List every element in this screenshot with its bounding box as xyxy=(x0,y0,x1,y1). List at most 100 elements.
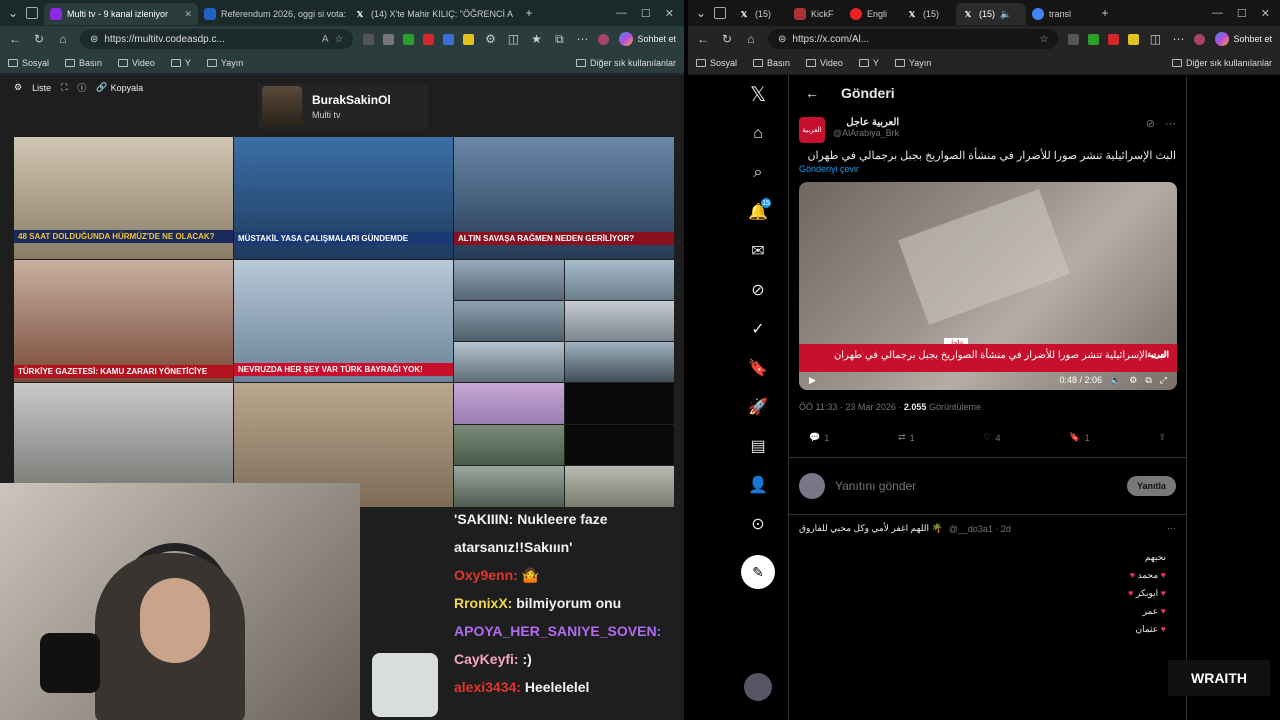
account-avatar[interactable] xyxy=(744,673,772,701)
tab-translate[interactable]: transl xyxy=(1026,3,1092,25)
extension-icon[interactable] xyxy=(1108,33,1120,45)
bookmark-folder-yayin[interactable]: Yayın xyxy=(206,58,243,68)
extension-icon[interactable] xyxy=(403,33,415,45)
comment-more-icon[interactable]: ⋯ xyxy=(1167,523,1176,534)
articles-icon[interactable]: ▤ xyxy=(738,426,778,465)
info-icon[interactable]: ⓘ xyxy=(77,81,86,94)
webcam-grid-tile[interactable] xyxy=(454,383,674,507)
extension-icon[interactable] xyxy=(363,33,375,45)
tab-referendum[interactable]: Referendum 2026, oggi si vota: le ✕ xyxy=(198,3,348,25)
close-window-icon[interactable]: ✕ xyxy=(665,7,674,20)
webcam-grid-tile[interactable] xyxy=(454,260,674,382)
settings-icon[interactable]: ⚙ xyxy=(14,82,22,93)
extension-icon[interactable] xyxy=(1088,33,1100,45)
tab-x-post[interactable]: 𝕏 (14) X'te Mahir KILIÇ: "ÖĞRENCİ A ✕ xyxy=(348,3,516,25)
reply-input[interactable]: Yanıtını gönder xyxy=(835,479,916,493)
notifications-icon[interactable]: 🔔 15 xyxy=(738,192,778,231)
copilot-button[interactable]: Sohbet et xyxy=(1215,32,1272,46)
tab-x-active[interactable]: 𝕏 (15) 🔈 xyxy=(956,3,1026,25)
tab-english[interactable]: Engli xyxy=(844,3,900,25)
favorite-star-icon[interactable]: ☆ xyxy=(335,34,344,45)
workspaces-icon[interactable] xyxy=(26,7,38,19)
tab-menu-icon[interactable]: ⌄ xyxy=(0,6,26,20)
video-settings-icon[interactable]: ⚙ xyxy=(1129,375,1137,386)
more-icon[interactable]: ⊙ xyxy=(738,504,778,543)
bookmark-folder-sosyal[interactable]: Sosyal xyxy=(8,58,49,68)
pip-icon[interactable]: ⧉ xyxy=(1145,375,1151,386)
address-bar[interactable]: ⊜ https://multitv.codeasdp.c... A ☆ xyxy=(80,29,354,49)
copilot-button[interactable]: Sohbet et xyxy=(619,32,676,46)
play-icon[interactable]: ▶ xyxy=(809,375,816,386)
author-name[interactable]: العربية عاجل xyxy=(833,117,899,128)
list-button[interactable]: Liste xyxy=(32,83,51,93)
post-more-icon[interactable]: ⋯ xyxy=(1165,117,1176,143)
post-video[interactable]: عاجل البث الإسرائيلية تنشر صورا للأضرار … xyxy=(799,182,1177,390)
split-screen-icon[interactable]: ◫ xyxy=(1148,32,1162,46)
maximize-icon[interactable]: ☐ xyxy=(1237,7,1247,20)
extension-icon[interactable] xyxy=(1068,33,1080,45)
stream-tile[interactable]: NEVRUZDA HER ŞEY VAR TÜRK BAYRAĞI YOK! xyxy=(234,260,453,382)
bookmark-folder-y[interactable]: Y xyxy=(858,58,879,68)
extension-icon[interactable] xyxy=(463,33,475,45)
extension-icon[interactable] xyxy=(423,33,435,45)
audio-icon[interactable]: 🔈 xyxy=(1000,9,1011,20)
close-tab-icon[interactable]: ✕ xyxy=(184,9,192,20)
tab-menu-icon[interactable]: ⌄ xyxy=(688,6,714,20)
translate-link[interactable]: Gönderiyi çevir xyxy=(789,162,1186,176)
home-icon[interactable]: ⌂ xyxy=(56,32,70,46)
stream-tile[interactable]: TÜRKİYE GAZETESİ: KAMU ZARARI YÖNETİCİYE xyxy=(14,260,233,382)
like-action[interactable]: ♡ 4 xyxy=(983,432,1000,443)
reply-button[interactable]: Yanıtla xyxy=(1126,476,1176,496)
site-info-icon[interactable]: ⊜ xyxy=(778,34,786,45)
copy-button[interactable]: 🔗 Kopyala xyxy=(96,82,143,93)
search-icon[interactable]: ⌕ xyxy=(738,153,778,192)
author-avatar[interactable]: العربية xyxy=(799,117,825,143)
bookmark-folder-sosyal[interactable]: Sosyal xyxy=(696,58,737,68)
messages-icon[interactable]: ✉ xyxy=(738,231,778,270)
bookmark-folder-basin[interactable]: Basın xyxy=(65,58,102,68)
workspaces-icon[interactable] xyxy=(714,7,726,19)
back-icon[interactable]: ← xyxy=(696,32,710,46)
bookmark-folder-y[interactable]: Y xyxy=(170,58,191,68)
extensions-puzzle-icon[interactable]: ⚙ xyxy=(483,32,497,46)
close-window-icon[interactable]: ✕ xyxy=(1261,7,1270,20)
refresh-icon[interactable]: ↻ xyxy=(32,32,46,46)
tab-kick[interactable]: KickF xyxy=(788,3,844,25)
share-action[interactable]: ⇪ xyxy=(1158,432,1166,443)
refresh-icon[interactable]: ↻ xyxy=(720,32,734,46)
fullscreen-icon[interactable]: ⤢ xyxy=(1160,375,1167,386)
grok-icon[interactable]: ⊘ xyxy=(738,270,778,309)
maximize-icon[interactable]: ☐ xyxy=(641,7,651,20)
bookmark-folder-basin[interactable]: Basın xyxy=(753,58,790,68)
extension-icon[interactable] xyxy=(443,33,455,45)
collections-icon[interactable]: ⧉ xyxy=(552,32,566,47)
minimize-icon[interactable]: — xyxy=(616,7,627,20)
other-bookmarks[interactable]: Diğer sık kullanılanlar xyxy=(1171,58,1272,68)
verified-icon[interactable]: ✓ xyxy=(738,309,778,348)
new-tab-icon[interactable]: + xyxy=(1098,6,1112,20)
x-logo-icon[interactable]: 𝕏 xyxy=(738,75,778,114)
favorites-icon[interactable]: ★ xyxy=(529,32,543,46)
extension-icon[interactable] xyxy=(1128,33,1140,45)
compose-post-button[interactable]: ✎ xyxy=(741,555,775,589)
back-arrow-icon[interactable]: ← xyxy=(805,85,819,101)
commenter-handle[interactable]: @__do3a1 · 2d xyxy=(949,524,1011,534)
other-bookmarks[interactable]: Diğer sık kullanılanlar xyxy=(575,58,676,68)
author-handle[interactable]: @AlArabiya_Brk xyxy=(833,128,899,138)
profile-icon[interactable]: 👤 xyxy=(738,465,778,504)
bookmark-action[interactable]: 🔖 1 xyxy=(1069,432,1089,443)
repost-action[interactable]: ⇄ 1 xyxy=(898,432,915,443)
read-aloud-icon[interactable]: A xyxy=(322,34,329,45)
minimize-icon[interactable]: — xyxy=(1212,7,1223,20)
new-tab-icon[interactable]: + xyxy=(522,6,536,20)
rocket-icon[interactable]: 🚀 xyxy=(738,387,778,426)
address-bar[interactable]: ⊜ https://x.com/Al... ☆ xyxy=(768,29,1059,49)
home-icon[interactable]: ⌂ xyxy=(744,32,758,46)
favorite-star-icon[interactable]: ☆ xyxy=(1040,34,1049,45)
site-info-icon[interactable]: ⊜ xyxy=(90,34,98,45)
more-icon[interactable]: ⋯ xyxy=(1171,32,1185,46)
bookmark-folder-video[interactable]: Video xyxy=(118,58,155,68)
split-screen-icon[interactable]: ◫ xyxy=(506,32,520,46)
tab-x[interactable]: 𝕏 (15) xyxy=(900,3,956,25)
volume-icon[interactable]: 🔈 xyxy=(1110,375,1121,386)
